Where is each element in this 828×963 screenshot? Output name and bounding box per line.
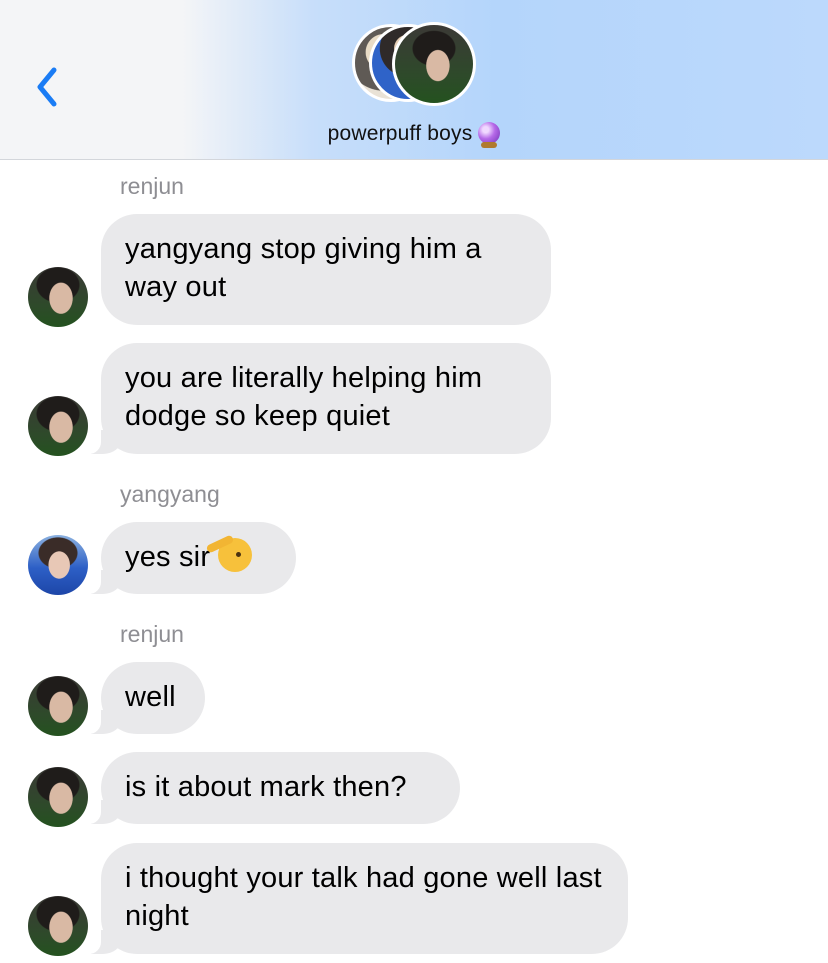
group-name-label: powerpuff boys bbox=[327, 122, 473, 145]
sender-avatar[interactable] bbox=[28, 767, 88, 827]
message-bubble[interactable]: is it about mark then? bbox=[79, 752, 460, 824]
message-text: well bbox=[125, 681, 176, 713]
message-text: you are literally helping him dodge so k… bbox=[125, 362, 483, 432]
sender-avatar[interactable] bbox=[28, 267, 88, 327]
chevron-left-icon bbox=[37, 67, 57, 107]
message-bubble[interactable]: i thought your talk had gone well last n… bbox=[79, 843, 628, 954]
sender-label: renjun bbox=[120, 173, 184, 199]
group-title[interactable]: powerpuff boys bbox=[0, 122, 828, 148]
message-text: i thought your talk had gone well last n… bbox=[125, 862, 602, 932]
group-avatar-stack[interactable] bbox=[352, 22, 477, 108]
group-member-avatar bbox=[392, 22, 476, 106]
sender-label: yangyang bbox=[120, 481, 220, 507]
message-text: yangyang stop giving him a way out bbox=[125, 233, 482, 303]
sender-avatar[interactable] bbox=[28, 535, 88, 595]
sender-avatar[interactable] bbox=[28, 396, 88, 456]
message-text: yes sir bbox=[125, 541, 211, 573]
message-bubble[interactable]: yes sir bbox=[79, 522, 296, 594]
message-bubble[interactable]: well bbox=[79, 662, 205, 734]
sender-label: renjun bbox=[120, 621, 184, 647]
chat-header: powerpuff boys bbox=[0, 0, 828, 160]
sender-avatar[interactable] bbox=[28, 676, 88, 736]
crystal-ball-icon bbox=[478, 122, 501, 148]
saluting-face-icon bbox=[218, 538, 253, 572]
back-button[interactable] bbox=[28, 62, 68, 112]
message-text: is it about mark then? bbox=[125, 771, 407, 803]
sender-avatar[interactable] bbox=[28, 896, 88, 956]
message-bubble[interactable]: you are literally helping him dodge so k… bbox=[79, 343, 551, 454]
message-bubble[interactable]: yangyang stop giving him a way out bbox=[101, 214, 551, 325]
